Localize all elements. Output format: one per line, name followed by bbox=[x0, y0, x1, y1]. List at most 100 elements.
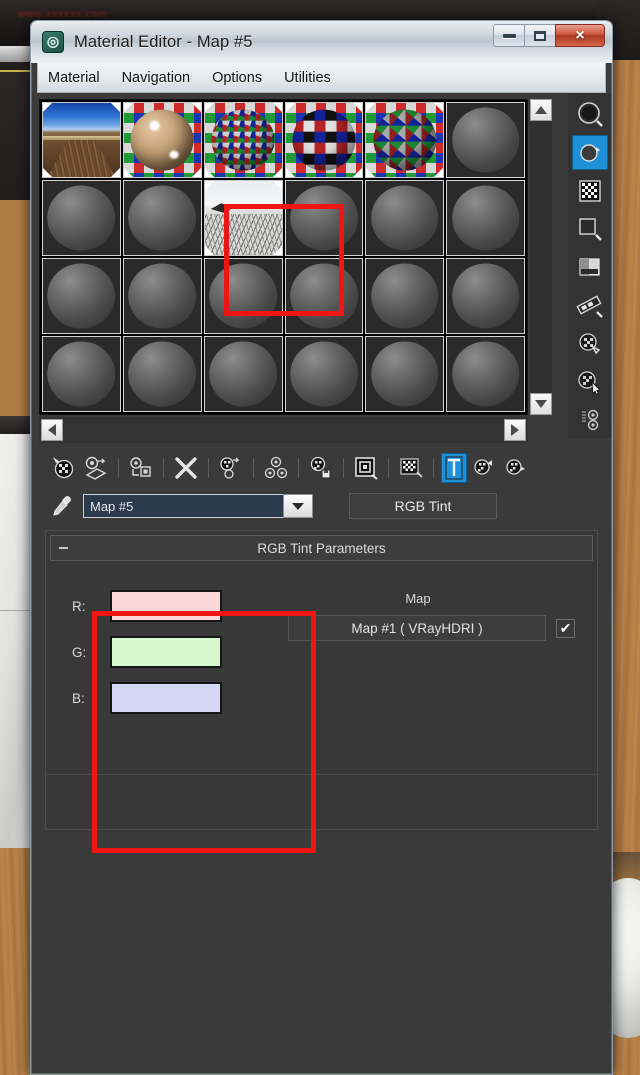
sample-slot-19[interactable] bbox=[42, 336, 121, 412]
sample-slot-20[interactable] bbox=[122, 336, 202, 412]
reset-map-material-icon[interactable] bbox=[171, 453, 201, 483]
sample-slot-7[interactable] bbox=[42, 180, 121, 256]
rgb-tint-rollout: RGB Tint Parameters R: G: B: Map Map #1 … bbox=[45, 530, 598, 830]
map-enable-checkbox[interactable]: ✔ bbox=[556, 618, 575, 638]
window-body: Map #5 RGB Tint RGB Tint Parameters R: G… bbox=[31, 93, 612, 1074]
background-checker-icon[interactable] bbox=[572, 173, 608, 208]
gray-sphere-icon bbox=[290, 341, 358, 407]
sample-slot-22[interactable] bbox=[284, 336, 364, 412]
make-unique-icon[interactable] bbox=[261, 453, 291, 483]
video-color-check-icon[interactable] bbox=[572, 250, 608, 285]
eyedropper-icon[interactable] bbox=[49, 493, 75, 519]
toolbar-separator bbox=[388, 458, 389, 478]
thumbnail-checker-sphere-3 bbox=[373, 109, 437, 171]
close-button[interactable]: × bbox=[555, 24, 605, 47]
sample-slot-15[interactable] bbox=[203, 258, 283, 334]
show-end-result-icon[interactable] bbox=[441, 453, 467, 483]
material-editor-window: ◎ Material Editor - Map #5 × Material Na… bbox=[30, 20, 613, 1075]
thumbnail-hdri-snow bbox=[204, 181, 282, 255]
put-material-to-scene-icon[interactable] bbox=[81, 453, 111, 483]
gray-sphere-icon bbox=[209, 341, 277, 407]
sample-slot-21[interactable] bbox=[203, 336, 283, 412]
go-to-parent-icon[interactable] bbox=[469, 453, 499, 483]
rgb-row-r: R: bbox=[72, 583, 276, 629]
rgb-tint-parameters: R: G: B: Map Map #1 ( VRayHDRI) ✔ bbox=[46, 561, 597, 775]
color-swatch-r[interactable] bbox=[110, 590, 222, 622]
color-swatch-g[interactable] bbox=[110, 636, 222, 668]
minimize-icon bbox=[502, 33, 516, 38]
put-to-library-icon[interactable] bbox=[306, 453, 336, 483]
sample-slot-17[interactable] bbox=[365, 258, 445, 334]
material-name-dropdown-button[interactable] bbox=[283, 494, 313, 518]
gray-sphere-icon bbox=[370, 185, 439, 251]
sample-slot-1[interactable] bbox=[42, 102, 121, 178]
sample-slot-16[interactable] bbox=[284, 258, 364, 334]
sample-slot-10[interactable] bbox=[284, 180, 364, 256]
menu-navigation[interactable]: Navigation bbox=[122, 70, 191, 86]
material-name-value: Map #5 bbox=[90, 498, 134, 514]
thumbnail-road-hdri bbox=[43, 103, 120, 177]
sample-slot-2[interactable] bbox=[122, 102, 202, 178]
sample-uv-tiling-icon[interactable] bbox=[572, 212, 608, 247]
gray-sphere-icon bbox=[370, 263, 439, 329]
gray-sphere-icon bbox=[128, 185, 197, 251]
material-toolbar bbox=[39, 449, 604, 487]
menu-material[interactable]: Material bbox=[48, 70, 100, 86]
menu-options[interactable]: Options bbox=[212, 70, 262, 86]
go-forward-to-sibling-icon[interactable] bbox=[501, 453, 531, 483]
sample-slot-4[interactable] bbox=[284, 102, 364, 178]
slot-vertical-scrollbar[interactable] bbox=[530, 99, 552, 415]
backlight-icon[interactable] bbox=[572, 135, 608, 171]
sample-slot-23[interactable] bbox=[365, 336, 445, 412]
maximize-button[interactable] bbox=[524, 24, 556, 47]
sample-slot-3[interactable] bbox=[203, 102, 283, 178]
sample-slot-9[interactable] bbox=[203, 180, 283, 256]
sample-slot-14[interactable] bbox=[122, 258, 202, 334]
material-effects-channel-icon[interactable] bbox=[351, 453, 381, 483]
sample-slot-8[interactable] bbox=[122, 180, 202, 256]
show-map-in-viewport-icon[interactable] bbox=[396, 453, 426, 483]
slot-scroll-left-button[interactable] bbox=[41, 419, 63, 441]
material-id-channel-icon[interactable] bbox=[572, 403, 608, 438]
map-caption: Map bbox=[405, 591, 431, 606]
collapse-icon bbox=[59, 547, 68, 549]
close-icon: × bbox=[575, 26, 585, 44]
gray-sphere-icon bbox=[47, 263, 116, 329]
map-slot-button[interactable]: Map #1 ( VRayHDRI ) bbox=[288, 615, 546, 641]
sample-slot-13[interactable] bbox=[42, 258, 121, 334]
get-material-icon[interactable] bbox=[49, 453, 79, 483]
minimize-button[interactable] bbox=[493, 24, 525, 47]
sample-slot-6[interactable] bbox=[446, 102, 525, 178]
max-logo-icon: ◎ bbox=[42, 31, 64, 53]
options-icon[interactable] bbox=[572, 326, 608, 361]
label-g: G: bbox=[72, 644, 87, 660]
rollout-divider bbox=[46, 774, 597, 775]
sample-slots-area bbox=[39, 93, 612, 438]
slot-scroll-right-button[interactable] bbox=[504, 419, 526, 441]
sample-slot-18[interactable] bbox=[446, 258, 525, 334]
material-name-row: Map #5 RGB Tint bbox=[39, 491, 604, 521]
material-type-button[interactable]: RGB Tint bbox=[349, 493, 497, 519]
make-preview-icon[interactable] bbox=[572, 288, 608, 323]
slot-scroll-up-button[interactable] bbox=[530, 99, 552, 121]
gray-sphere-icon bbox=[47, 341, 116, 407]
menu-utilities[interactable]: Utilities bbox=[284, 70, 331, 86]
window-titlebar[interactable]: ◎ Material Editor - Map #5 × bbox=[31, 21, 612, 63]
assign-material-to-selection-icon[interactable] bbox=[126, 453, 156, 483]
sample-slot-24[interactable] bbox=[446, 336, 525, 412]
make-material-copy-icon[interactable] bbox=[216, 453, 246, 483]
color-swatch-b[interactable] bbox=[110, 682, 222, 714]
toolbar-separator bbox=[298, 458, 299, 478]
sample-slot-11[interactable] bbox=[365, 180, 445, 256]
gray-sphere-icon bbox=[451, 263, 520, 329]
slot-scroll-down-button[interactable] bbox=[530, 393, 552, 415]
rollout-header[interactable]: RGB Tint Parameters bbox=[50, 535, 593, 561]
sample-slot-5[interactable] bbox=[365, 102, 445, 178]
label-b: B: bbox=[72, 690, 85, 706]
slot-horizontal-scrollbar[interactable] bbox=[39, 417, 528, 443]
rgb-row-g: G: bbox=[72, 629, 276, 675]
sample-type-sphere-icon[interactable] bbox=[572, 97, 608, 132]
material-name-field[interactable]: Map #5 bbox=[83, 494, 313, 518]
sample-slot-12[interactable] bbox=[446, 180, 525, 256]
select-by-material-icon[interactable] bbox=[572, 365, 608, 400]
